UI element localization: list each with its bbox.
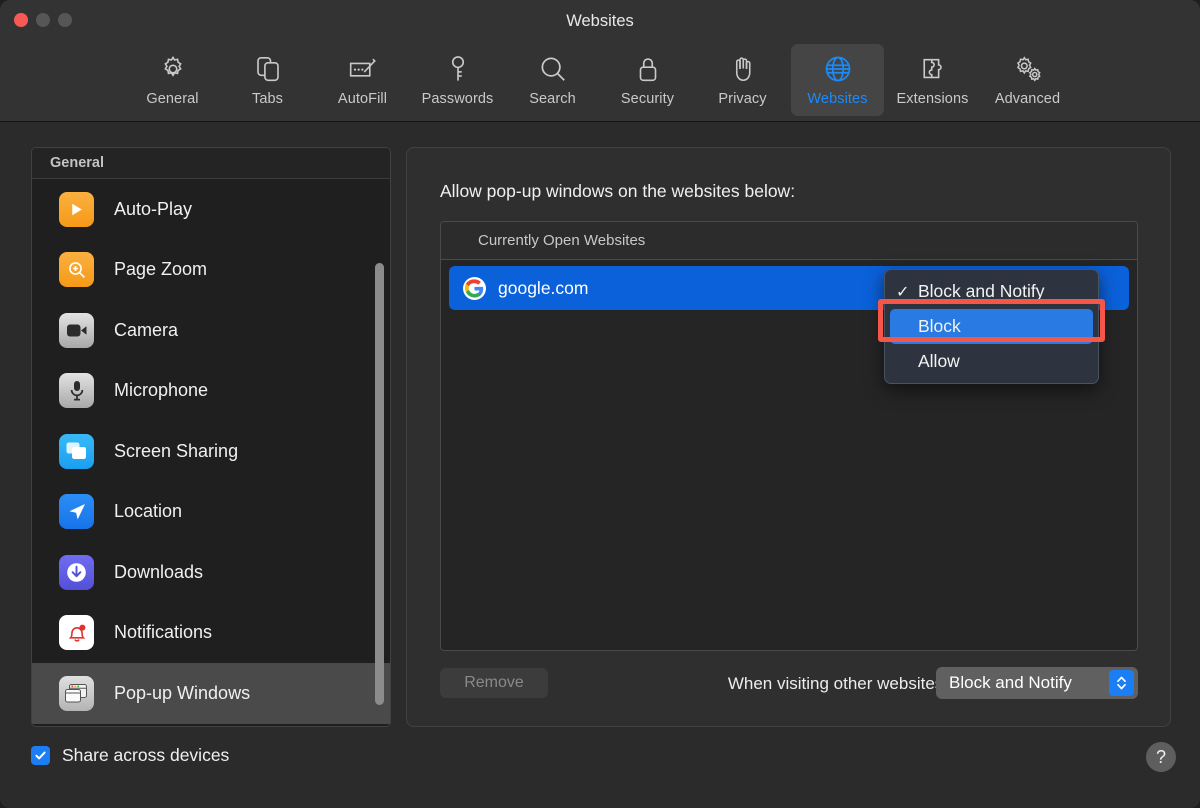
remove-button[interactable]: Remove <box>440 668 548 698</box>
tab-passwords-label: Passwords <box>422 91 494 107</box>
help-button[interactable]: ? <box>1146 742 1176 772</box>
settings-body: General Auto-Play <box>0 122 1200 808</box>
footer-bar: Share across devices ? <box>0 728 1200 808</box>
main-panel: Allow pop-up windows on the websites bel… <box>406 147 1171 727</box>
share-across-devices-checkbox[interactable] <box>31 746 50 765</box>
table-column-header: Currently Open Websites <box>441 222 1137 260</box>
sidebar-item-label: Location <box>114 501 182 522</box>
other-websites-select[interactable]: Block and Notify <box>936 667 1138 699</box>
table-body: google.com ✓ Block and Notify Block Allo… <box>441 260 1137 316</box>
other-websites-label: When visiting other websites: <box>728 674 948 694</box>
tab-autofill-label: AutoFill <box>338 91 387 107</box>
title-bar: Websites <box>0 0 1200 42</box>
tab-websites-label: Websites <box>807 91 867 107</box>
chevron-updown-icon <box>1109 670 1134 696</box>
other-websites-select-value: Block and Notify <box>949 673 1072 693</box>
gears-icon <box>1012 52 1044 86</box>
sidebar-item-notifications[interactable]: Notifications <box>32 603 390 664</box>
search-icon <box>538 52 568 86</box>
tab-search-label: Search <box>529 91 576 107</box>
table-row-site: google.com <box>498 278 588 299</box>
google-icon <box>463 277 486 300</box>
checkmark-icon: ✓ <box>896 282 918 302</box>
minimize-button[interactable] <box>36 13 50 27</box>
zoom-in-icon <box>59 252 94 287</box>
sidebar-item-location[interactable]: Location <box>32 482 390 543</box>
tab-general-label: General <box>146 91 198 107</box>
sidebar-item-label: Microphone <box>114 380 208 401</box>
sidebar-item-page-zoom[interactable]: Page Zoom <box>32 240 390 301</box>
tab-passwords[interactable]: Passwords <box>411 44 504 116</box>
gear-icon <box>158 52 188 86</box>
tab-search[interactable]: Search <box>506 44 599 116</box>
sidebar-item-camera[interactable]: Camera <box>32 300 390 361</box>
share-across-devices-row[interactable]: Share across devices <box>31 745 229 766</box>
sidebar-list: Auto-Play Page Zoom <box>32 179 390 724</box>
settings-sidebar: General Auto-Play <box>31 147 391 727</box>
popup-menu-item-block-and-notify[interactable]: ✓ Block and Notify <box>890 274 1093 309</box>
tab-extensions[interactable]: Extensions <box>886 44 979 116</box>
sidebar-item-downloads[interactable]: Downloads <box>32 542 390 603</box>
window-controls <box>14 13 72 27</box>
sidebar-item-pop-up-windows[interactable]: Pop-up Windows <box>32 663 390 724</box>
sidebar-item-label: Notifications <box>114 622 212 643</box>
popup-menu: ✓ Block and Notify Block Allow <box>884 269 1099 384</box>
tab-privacy[interactable]: Privacy <box>696 44 789 116</box>
tab-security-label: Security <box>621 91 674 107</box>
download-icon <box>59 555 94 590</box>
bell-icon <box>59 615 94 650</box>
page-title: Allow pop-up windows on the websites bel… <box>440 181 795 202</box>
popup-window-icon <box>59 676 94 711</box>
play-icon <box>59 192 94 227</box>
popup-menu-item-block[interactable]: Block <box>890 309 1093 344</box>
screen-share-icon <box>59 434 94 469</box>
popup-menu-item-label: Block <box>918 316 961 337</box>
sidebar-item-label: Camera <box>114 320 178 341</box>
popup-menu-item-label: Block and Notify <box>918 281 1044 302</box>
sidebar-item-screen-sharing[interactable]: Screen Sharing <box>32 421 390 482</box>
puzzle-icon <box>918 52 948 86</box>
tab-general[interactable]: General <box>126 44 219 116</box>
sidebar-item-label: Auto-Play <box>114 199 192 220</box>
tab-extensions-label: Extensions <box>897 91 969 107</box>
location-icon <box>59 494 94 529</box>
sidebar-header: General <box>32 148 390 179</box>
tab-tabs-label: Tabs <box>252 91 283 107</box>
globe-icon <box>823 52 853 86</box>
sidebar-item-microphone[interactable]: Microphone <box>32 361 390 422</box>
share-across-devices-label: Share across devices <box>62 745 229 766</box>
sidebar-item-label: Pop-up Windows <box>114 683 250 704</box>
sidebar-item-label: Downloads <box>114 562 203 583</box>
lock-icon <box>635 52 661 86</box>
tab-advanced-label: Advanced <box>995 91 1060 107</box>
maximize-button[interactable] <box>58 13 72 27</box>
window-title: Websites <box>0 0 1200 42</box>
microphone-icon <box>59 373 94 408</box>
sidebar-item-label: Page Zoom <box>114 259 207 280</box>
sidebar-scrollbar[interactable] <box>375 263 384 705</box>
settings-toolbar: General Tabs A <box>0 42 1200 122</box>
tab-security[interactable]: Security <box>601 44 694 116</box>
close-button[interactable] <box>14 13 28 27</box>
settings-window: Websites General Tabs <box>0 0 1200 808</box>
tabs-icon <box>253 52 283 86</box>
tab-privacy-label: Privacy <box>718 91 766 107</box>
autofill-icon <box>347 52 379 86</box>
tab-autofill[interactable]: AutoFill <box>316 44 409 116</box>
camera-icon <box>59 313 94 348</box>
sidebar-item-label: Screen Sharing <box>114 441 238 462</box>
tab-websites[interactable]: Websites <box>791 44 884 116</box>
tab-advanced[interactable]: Advanced <box>981 44 1074 116</box>
hand-icon <box>729 52 757 86</box>
websites-table: Currently Open Websites google.com <box>440 221 1138 651</box>
key-icon <box>445 52 471 86</box>
sidebar-item-auto-play[interactable]: Auto-Play <box>32 179 390 240</box>
tab-tabs[interactable]: Tabs <box>221 44 314 116</box>
popup-menu-item-label: Allow <box>918 351 960 372</box>
popup-menu-item-allow[interactable]: Allow <box>890 344 1093 379</box>
